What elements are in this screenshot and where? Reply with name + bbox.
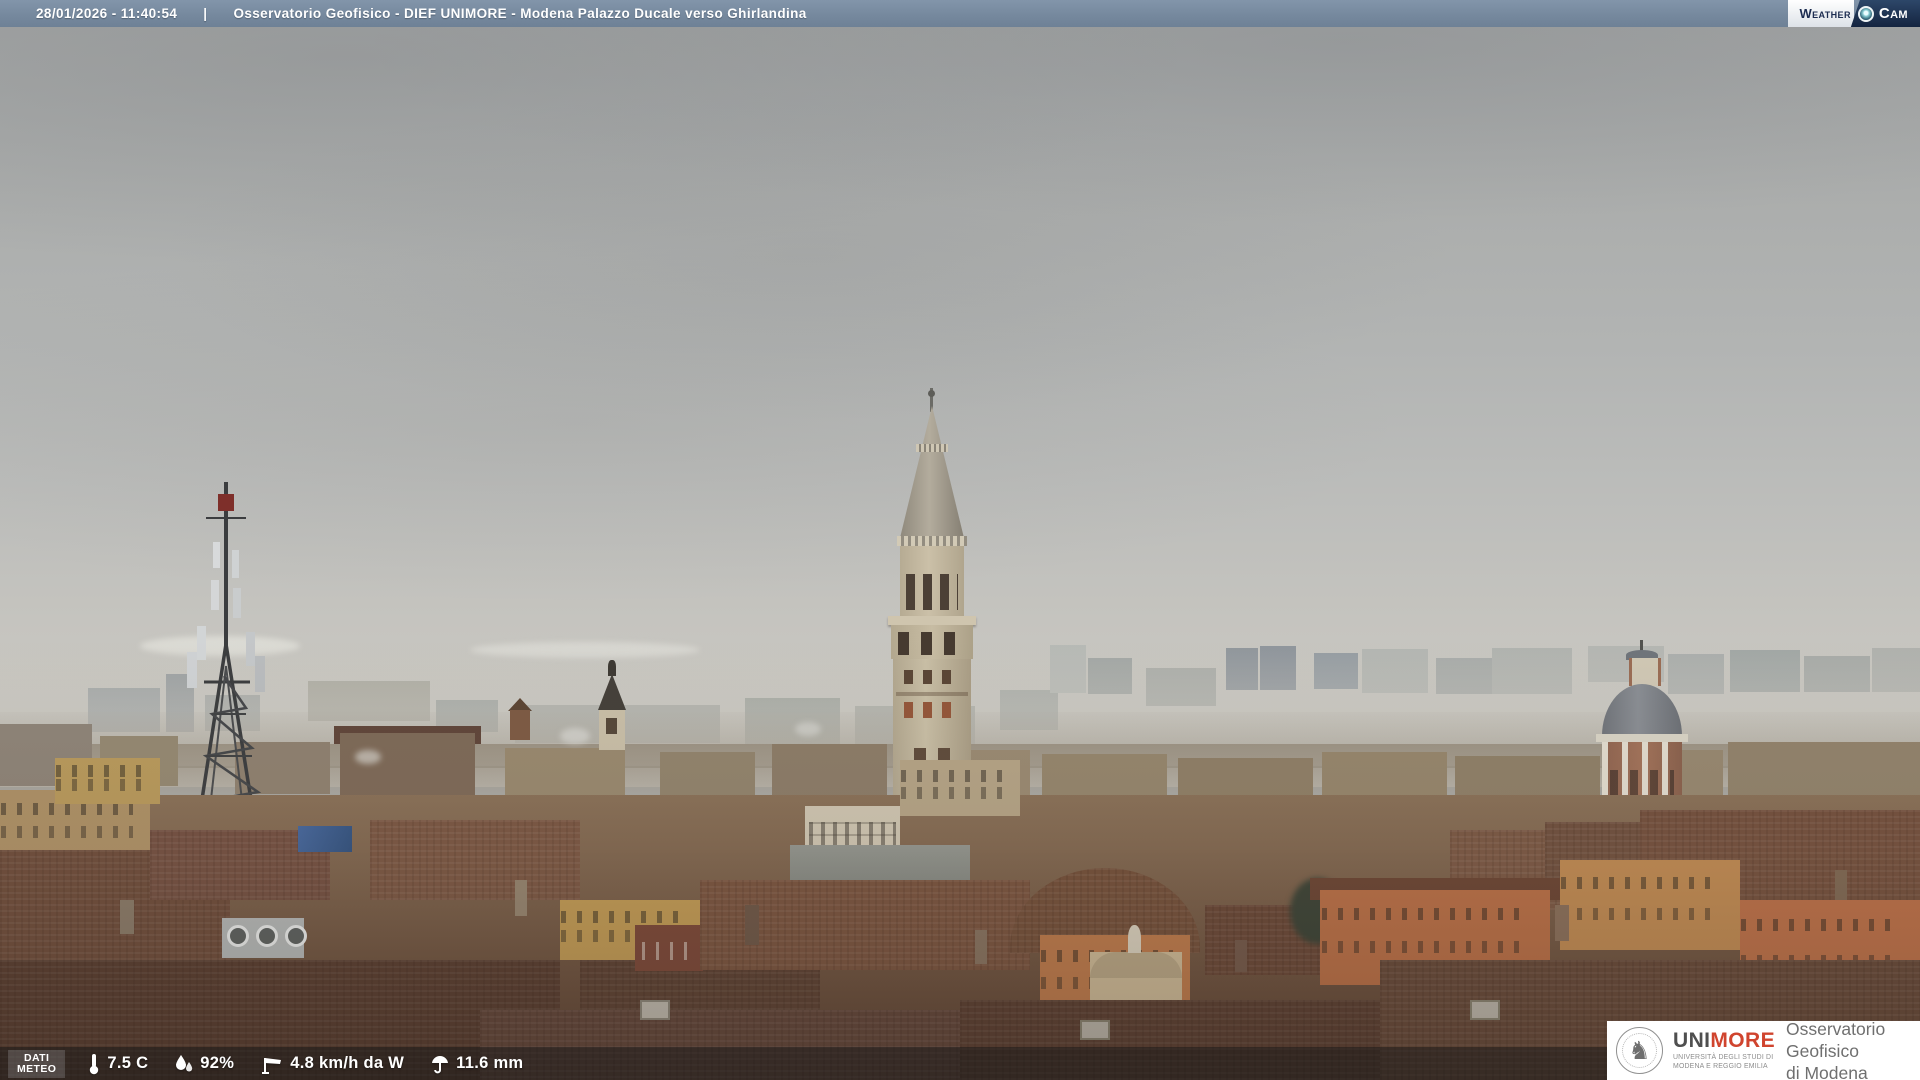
humidity-value: 92% <box>200 1054 235 1072</box>
meteo-label-line2: METEO <box>17 1062 57 1075</box>
weathercam-logo: Weather Cam <box>1788 0 1920 27</box>
weathercam-cam-section: Cam <box>1850 0 1920 27</box>
tower-window <box>606 718 617 734</box>
timestamp: 28/01/2026 - 11:40:54 <box>36 6 178 21</box>
facade <box>900 760 1020 816</box>
unimore-brand: UNIMORE UNIVERSITÀ DEGLI STUDI DI MODENA… <box>1673 1030 1775 1071</box>
chimney <box>120 900 134 934</box>
webcam-viewer: 28/01/2026 - 11:40:54 | Osservatorio Geo… <box>0 0 1920 1080</box>
chimney <box>975 930 987 964</box>
chimney-smoke <box>355 750 381 764</box>
chimney <box>1235 940 1247 972</box>
shaft-window-row <box>904 670 960 684</box>
spire-balcony <box>916 444 948 452</box>
spire-cone <box>900 406 964 538</box>
skylight <box>640 1000 670 1020</box>
skylight <box>1080 1020 1110 1040</box>
shaft-window-row <box>904 702 960 718</box>
rain-reading: 11.6 mm <box>430 1054 523 1074</box>
rain-value: 11.6 mm <box>456 1054 524 1072</box>
balustrade <box>897 536 967 546</box>
university-name: UNIVERSITÀ DEGLI STUDI DI MODENA E REGGI… <box>1673 1054 1775 1071</box>
drum-arched-windows <box>906 574 958 610</box>
curved-pediment <box>1090 952 1182 978</box>
fan-icon <box>285 925 307 947</box>
facade-statue <box>1128 925 1141 953</box>
mid-building <box>505 748 625 798</box>
fan-icon <box>256 925 278 947</box>
chimney-smoke <box>560 728 590 744</box>
meteo-label-line1: DATI <box>24 1051 50 1064</box>
wind-value: 4.8 km/h da W <box>290 1054 405 1072</box>
rooftop <box>370 820 580 900</box>
tower-cornice <box>888 616 976 625</box>
temperature-reading: 7.5 C <box>87 1053 148 1075</box>
humidity-reading: 92% <box>174 1054 234 1074</box>
weathercam-weather-label: Weather <box>1788 0 1854 27</box>
camera-lens-icon <box>1857 5 1874 22</box>
wind-icon <box>262 1057 282 1074</box>
ironwork-spire <box>598 674 626 710</box>
weathercam-cam-label: Cam <box>1878 5 1908 22</box>
blue-tarp <box>298 826 352 852</box>
chimney <box>1555 905 1569 941</box>
camera-title: Osservatorio Geofisico - DIEF UNIMORE - … <box>233 6 807 21</box>
observatory-line2: di Modena <box>1785 1062 1868 1080</box>
brand-more: MORE <box>1710 1029 1775 1052</box>
chimney-smoke <box>795 722 821 736</box>
wind-reading: 4.8 km/h da W <box>260 1054 404 1074</box>
lead-dome <box>1602 684 1682 736</box>
university-line2: MODENA E REGGIO EMILIA <box>1673 1062 1768 1070</box>
bell-arches <box>898 632 966 655</box>
chimney <box>745 905 759 945</box>
facade <box>1560 860 1740 950</box>
skylight <box>1470 1000 1500 1020</box>
spire-statue <box>608 660 616 676</box>
seal-figure: ♞ <box>1628 1036 1651 1065</box>
spire-ball <box>928 390 935 397</box>
rain-umbrella-icon <box>432 1055 449 1073</box>
bell-tower <box>594 660 630 750</box>
thermometer-icon <box>90 1053 99 1074</box>
university-line1: UNIVERSITÀ DEGLI STUDI DI <box>1673 1054 1774 1061</box>
meteo-data-label: DATI METEO <box>8 1049 66 1078</box>
red-roof-terrace <box>635 925 703 971</box>
mid-building <box>660 752 755 800</box>
unimore-credit-box: ♞ UNIMORE UNIVERSITÀ DEGLI STUDI DI MODE… <box>1607 1018 1920 1080</box>
unimore-wordmark: UNIMORE <box>1673 1030 1775 1051</box>
facade <box>55 758 160 804</box>
unimore-seal-icon: ♞ <box>1616 1027 1663 1074</box>
observatory-name: Osservatorio Geofisico di Modena <box>1786 1018 1920 1080</box>
chimney <box>515 880 527 916</box>
brick-tower <box>508 698 532 740</box>
observatory-line1: Osservatorio Geofisico <box>1785 1018 1886 1061</box>
title-bar: 28/01/2026 - 11:40:54 | Osservatorio Geo… <box>0 0 1920 27</box>
temperature-value: 7.5 C <box>107 1054 149 1072</box>
rooftop-fan-unit <box>222 918 307 958</box>
fan-icon <box>227 925 249 947</box>
separator: | <box>203 6 208 21</box>
humidity-icon <box>176 1054 193 1071</box>
brand-uni: UNI <box>1673 1029 1711 1052</box>
tower-body <box>510 710 530 740</box>
lantern <box>1629 658 1661 686</box>
mid-building <box>772 744 887 800</box>
string-course <box>896 692 968 696</box>
dome-cornice <box>1596 734 1688 742</box>
chimney <box>1835 870 1847 900</box>
